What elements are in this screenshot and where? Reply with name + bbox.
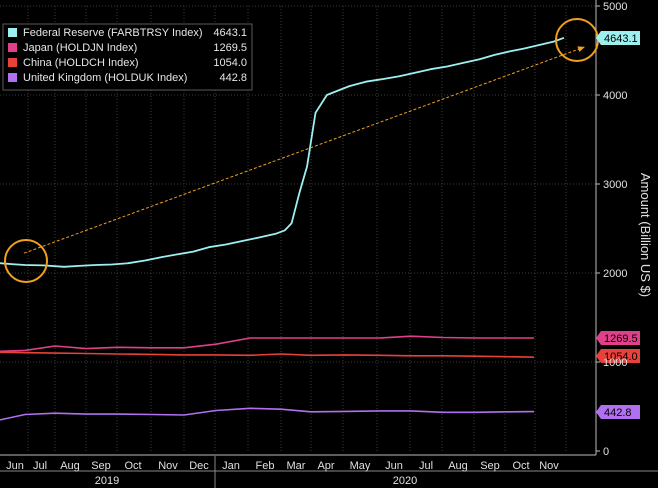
y-axis-label: Amount (Billion US $) <box>638 173 653 297</box>
x-year-label-0: 2019 <box>95 475 119 487</box>
y-tick-label-4: 4000 <box>603 90 627 102</box>
x-tick-label-7: Jan <box>222 460 240 472</box>
legend-swatch-1 <box>8 43 17 52</box>
legend-swatch-3 <box>8 73 17 82</box>
line-chart: 4643.1 1269.5 1054.0 442.8 0 1000 2000 3000 400… <box>0 0 658 488</box>
x-tick-label-12: Jun <box>385 460 403 472</box>
x-tick-label-17: Nov <box>539 460 559 472</box>
last-value-label-0: 4643.1 <box>604 33 638 45</box>
x-tick-label-16: Oct <box>512 460 529 472</box>
legend-value-1: 1269.5 <box>213 42 247 54</box>
legend: Federal Reserve (FARBTRSY Index) 4643.1 Ja… <box>2 23 253 91</box>
legend-name-3: United Kingdom (HOLDUK Index) <box>23 72 187 84</box>
y-tick-label-1: 1000 <box>603 357 627 369</box>
legend-name-0: Federal Reserve (FARBTRSY Index) <box>23 27 203 39</box>
x-tick-label-8: Feb <box>256 460 275 472</box>
y-tick-label-2: 2000 <box>603 268 627 280</box>
legend-value-0: 4643.1 <box>213 27 247 39</box>
y-tick-label-0: 0 <box>603 446 609 458</box>
x-tick-label-0: Jun <box>6 460 24 472</box>
x-tick-label-11: May <box>350 460 371 472</box>
x-tick-label-5: Nov <box>158 460 178 472</box>
legend-swatch-0 <box>8 28 17 37</box>
legend-swatch-2 <box>8 58 17 67</box>
y-tick-label-5: 5000 <box>603 1 627 13</box>
last-value-label-1: 1269.5 <box>604 333 638 345</box>
x-tick-label-14: Aug <box>448 460 468 472</box>
x-tick-label-9: Mar <box>287 460 306 472</box>
last-value-label-3: 442.8 <box>604 407 632 419</box>
x-tick-label-3: Sep <box>91 460 111 472</box>
legend-value-2: 1054.0 <box>213 57 247 69</box>
x-tick-label-13: Jul <box>419 460 433 472</box>
x-tick-label-15: Sep <box>480 460 500 472</box>
x-year-label-1: 2020 <box>393 475 417 487</box>
y-tick-label-3: 3000 <box>603 179 627 191</box>
x-tick-label-6: Dec <box>189 460 209 472</box>
x-tick-label-4: Oct <box>124 460 141 472</box>
x-tick-label-1: Jul <box>33 460 47 472</box>
legend-value-3: 442.8 <box>219 72 247 84</box>
x-tick-label-10: Apr <box>317 460 334 472</box>
legend-name-2: China (HOLDCH Index) <box>23 57 139 69</box>
legend-name-1: Japan (HOLDJN Index) <box>23 42 137 54</box>
x-tick-label-2: Aug <box>60 460 80 472</box>
